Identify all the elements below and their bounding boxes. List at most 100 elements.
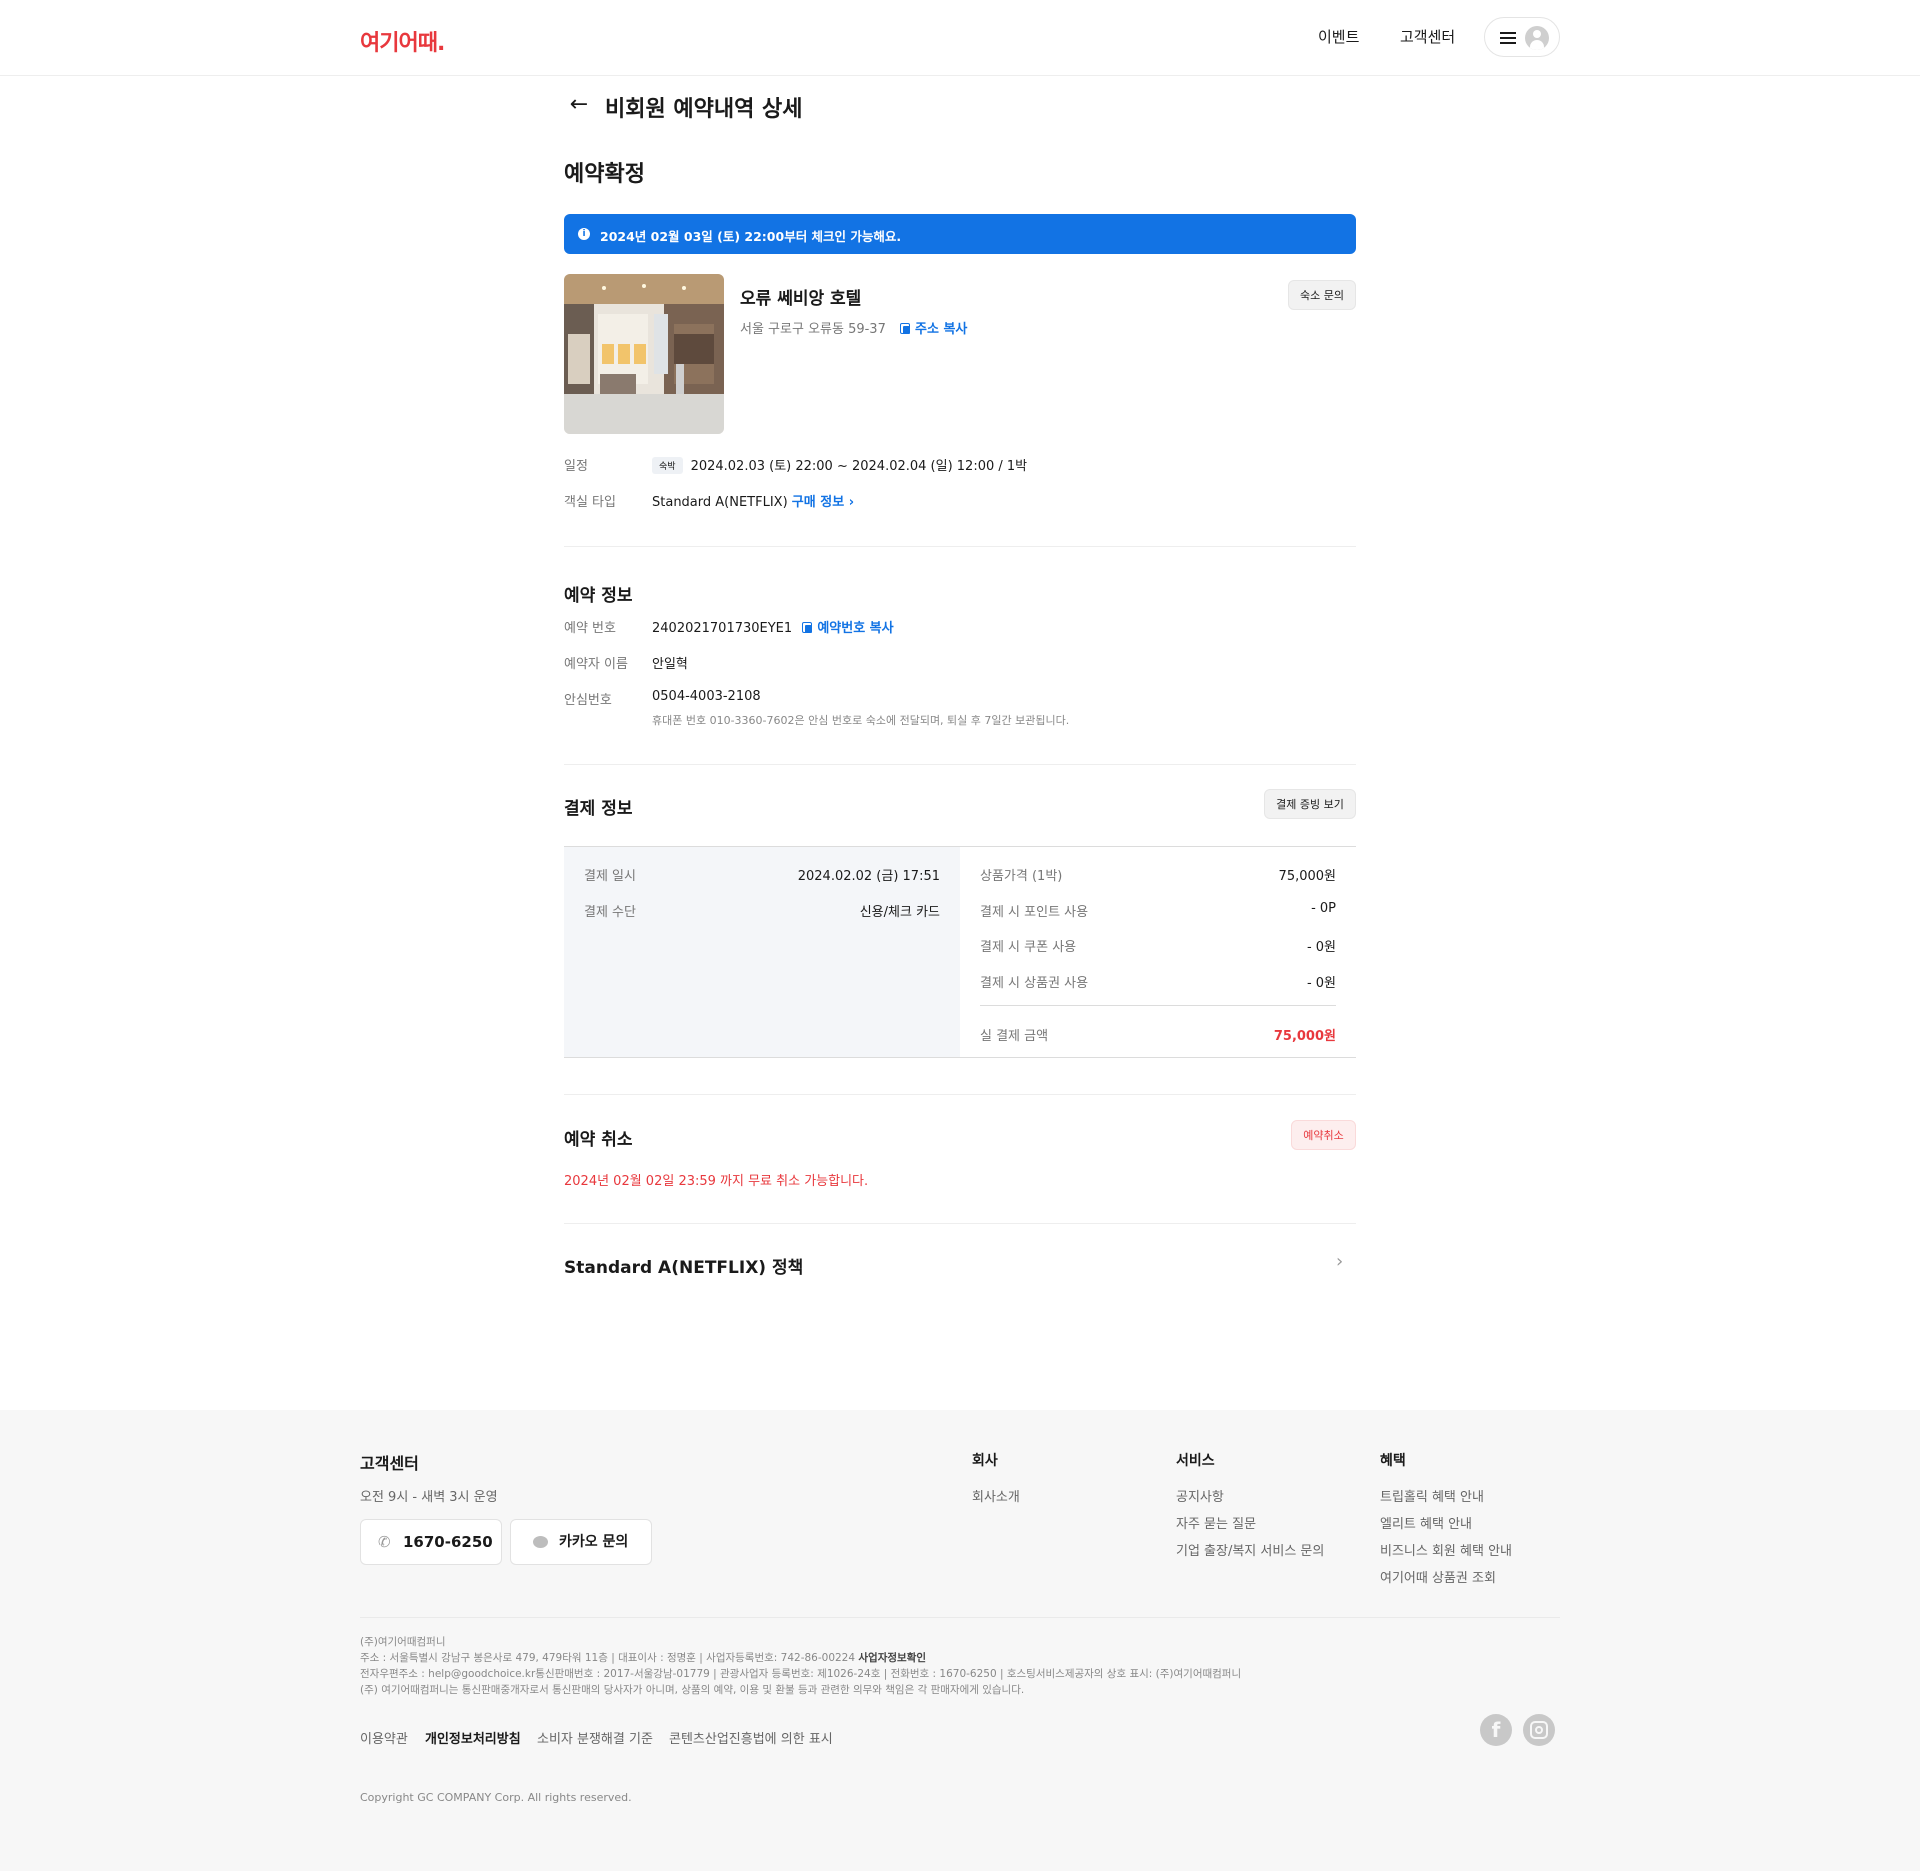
footer-address-text: 주소 : 서울특별시 강남구 봉은사로 479, 479타워 11층 | 대표이… xyxy=(360,1652,856,1664)
payment-method-value: 신용/체크 카드 xyxy=(859,905,940,920)
footer-phone-number: 1670-6250 xyxy=(403,1533,493,1551)
coupon-usage-value: - 0원 xyxy=(1306,940,1336,955)
checkin-notice-banner: i 2024년 02월 03일 (토) 22:00부터 체크인 가능해요. xyxy=(564,214,1356,254)
payment-info-title: 결제 정보 xyxy=(564,799,633,819)
footer-link-faq[interactable]: 자주 묻는 질문 xyxy=(1176,1513,1256,1532)
copy-address-button[interactable]: 주소 복사 xyxy=(900,318,967,337)
brand-logo[interactable]: 여기어때. xyxy=(360,25,445,57)
chevron-right-icon: › xyxy=(848,495,855,510)
footer-link-voucher[interactable]: 여기어때 상품권 조회 xyxy=(1380,1567,1496,1586)
purchase-info-link[interactable]: 구매 정보 › xyxy=(792,495,854,510)
footer-terms-link[interactable]: 이용약관 xyxy=(360,1728,408,1747)
phone-icon: ✆ xyxy=(378,1533,391,1551)
copy-reservation-number-label: 예약번호 복사 xyxy=(817,621,894,636)
footer-benefit-title: 혜택 xyxy=(1380,1453,1406,1469)
footer-link-business-member[interactable]: 비즈니스 회원 혜택 안내 xyxy=(1380,1540,1512,1559)
back-arrow-icon[interactable]: ← xyxy=(564,90,594,120)
free-cancel-note: 2024년 02월 02일 23:59 까지 무료 취소 가능합니다. xyxy=(564,1174,869,1189)
copy-icon xyxy=(802,622,813,633)
payment-method-panel: 결제 일시 2024.02.02 (금) 17:51 결제 수단 신용/체크 카… xyxy=(564,847,960,1057)
payment-receipt-button[interactable]: 결제 증빙 보기 xyxy=(1264,789,1356,819)
reservation-number-value: 2402021701730EYE1 예약번호 복사 xyxy=(652,617,894,636)
footer-content-law-link[interactable]: 콘텐츠산업진흥법에 의한 표시 xyxy=(669,1728,833,1747)
stay-type-tag: 숙박 xyxy=(652,457,683,474)
total-paid-label: 실 결제 금액 xyxy=(980,1029,1049,1044)
payment-amount-panel: 상품가격 (1박) 75,000원 결제 시 포인트 사용 - 0P 결제 시 … xyxy=(960,847,1356,1057)
info-icon: i xyxy=(578,228,590,240)
footer-link-about[interactable]: 회사소개 xyxy=(972,1486,1020,1505)
reservation-info-title: 예약 정보 xyxy=(564,586,633,606)
payment-date-value: 2024.02.02 (금) 17:51 xyxy=(797,869,940,884)
footer-company-name: (주)여기어때컴퍼니 xyxy=(360,1636,446,1648)
facebook-icon[interactable]: f xyxy=(1480,1714,1512,1746)
footer-link-business-inquiry[interactable]: 기업 출장/복지 서비스 문의 xyxy=(1176,1540,1324,1559)
payment-date-label: 결제 일시 xyxy=(584,869,636,884)
room-type-label: 객실 타입 xyxy=(564,495,616,510)
copy-address-label: 주소 복사 xyxy=(915,322,968,337)
footer-link-elite[interactable]: 엘리트 혜택 안내 xyxy=(1380,1513,1472,1532)
footer-divider xyxy=(360,1617,1560,1618)
footer-cs-hours: 오전 9시 - 새벽 3시 운영 xyxy=(360,1490,498,1505)
section-divider xyxy=(564,764,1356,765)
hotel-thumbnail[interactable] xyxy=(564,274,724,434)
hamburger-icon xyxy=(1500,32,1516,44)
reserver-name: 안일혁 xyxy=(652,657,688,672)
reservation-status: 예약확정 xyxy=(564,162,645,187)
section-divider xyxy=(564,1094,1356,1095)
top-header: 여기어때. 이벤트 고객센터 xyxy=(0,0,1920,76)
footer-service-title: 서비스 xyxy=(1176,1453,1215,1469)
safe-number-label: 안심번호 xyxy=(564,693,612,708)
schedule-value: 숙박 2024.02.03 (토) 22:00 ~ 2024.02.04 (일) … xyxy=(652,455,1027,474)
total-paid-value: 75,000원 xyxy=(1273,1029,1336,1044)
footer-link-tripholic[interactable]: 트립홀릭 혜택 안내 xyxy=(1380,1486,1484,1505)
chat-bubble-icon xyxy=(533,1536,548,1548)
safe-number: 0504-4003-2108 xyxy=(652,689,761,704)
payment-table: 결제 일시 2024.02.02 (금) 17:51 결제 수단 신용/체크 카… xyxy=(564,846,1356,1058)
payment-method-label: 결제 수단 xyxy=(584,905,636,920)
voucher-usage-label: 결제 시 상품권 사용 xyxy=(980,976,1089,991)
total-divider xyxy=(980,1005,1336,1006)
section-divider xyxy=(564,546,1356,547)
room-type-text: Standard A(NETFLIX) xyxy=(652,495,788,510)
reserver-name-label: 예약자 이름 xyxy=(564,657,628,672)
hotel-lobby-image xyxy=(564,274,724,434)
schedule-text: 2024.02.03 (토) 22:00 ~ 2024.02.04 (일) 12… xyxy=(690,459,1028,474)
room-type-value: Standard A(NETFLIX) 구매 정보 › xyxy=(652,491,854,510)
nav-customer-center-link[interactable]: 고객센터 xyxy=(1400,26,1455,47)
checkin-notice-text: 2024년 02월 03일 (토) 22:00부터 체크인 가능해요. xyxy=(600,229,902,244)
instagram-glyph xyxy=(1530,1721,1548,1739)
hotel-address: 서울 구로구 오류동 59-37 xyxy=(740,322,886,337)
nav-events-link[interactable]: 이벤트 xyxy=(1318,26,1359,47)
footer-disclaimer: (주) 여기어때컴퍼니는 통신판매중개자로서 통신판매의 당사자가 아니며, 상… xyxy=(360,1684,1025,1696)
biz-info-link[interactable]: 사업자정보확인 xyxy=(858,1652,926,1664)
page-title: 비회원 예약내역 상세 xyxy=(605,97,803,122)
footer-contact-line: 전자우편주소 : help@goodchoice.kr통신판매번호 : 2017… xyxy=(360,1668,1242,1680)
schedule-label: 일정 xyxy=(564,459,588,474)
reservation-number: 2402021701730EYE1 xyxy=(652,621,793,636)
cancel-reservation-button[interactable]: 예약취소 xyxy=(1291,1120,1356,1150)
reservation-number-label: 예약 번호 xyxy=(564,621,616,636)
hotel-inquiry-button[interactable]: 숙소 문의 xyxy=(1288,280,1356,310)
instagram-icon[interactable] xyxy=(1523,1714,1555,1746)
footer-phone-button[interactable]: ✆ 1670-6250 xyxy=(360,1519,502,1565)
coupon-usage-label: 결제 시 쿠폰 사용 xyxy=(980,940,1077,955)
footer-link-notice[interactable]: 공지사항 xyxy=(1176,1486,1224,1505)
footer-privacy-link[interactable]: 개인정보처리방침 xyxy=(425,1728,521,1747)
room-policy-title[interactable]: Standard A(NETFLIX) 정책 xyxy=(564,1253,803,1278)
voucher-usage-value: - 0원 xyxy=(1306,976,1336,991)
footer-copyright: Copyright GC COMPANY Corp. All rights re… xyxy=(360,1791,632,1804)
account-menu-button[interactable] xyxy=(1484,17,1560,57)
product-price-value: 75,000원 xyxy=(1278,869,1336,884)
footer-cs-title: 고객센터 xyxy=(360,1454,419,1473)
section-divider xyxy=(564,1223,1356,1224)
site-footer: 고객센터 오전 9시 - 새벽 3시 운영 ✆ 1670-6250 카카오 문의… xyxy=(0,1410,1920,1871)
footer-address-line: 주소 : 서울특별시 강남구 봉은사로 479, 479타워 11층 | 대표이… xyxy=(360,1650,926,1665)
safe-number-note: 휴대폰 번호 010-3360-7602은 안심 번호로 숙소에 전달되며, 퇴… xyxy=(652,714,1070,727)
footer-dispute-link[interactable]: 소비자 분쟁해결 기준 xyxy=(537,1728,653,1747)
chevron-right-icon[interactable]: › xyxy=(1336,1251,1343,1272)
hotel-name: 오류 쎄비앙 호텔 xyxy=(740,289,862,309)
footer-kakao-button[interactable]: 카카오 문의 xyxy=(510,1519,652,1565)
cancel-title: 예약 취소 xyxy=(564,1130,633,1150)
copy-reservation-number-button[interactable]: 예약번호 복사 xyxy=(802,621,894,636)
user-avatar-icon xyxy=(1525,26,1549,50)
